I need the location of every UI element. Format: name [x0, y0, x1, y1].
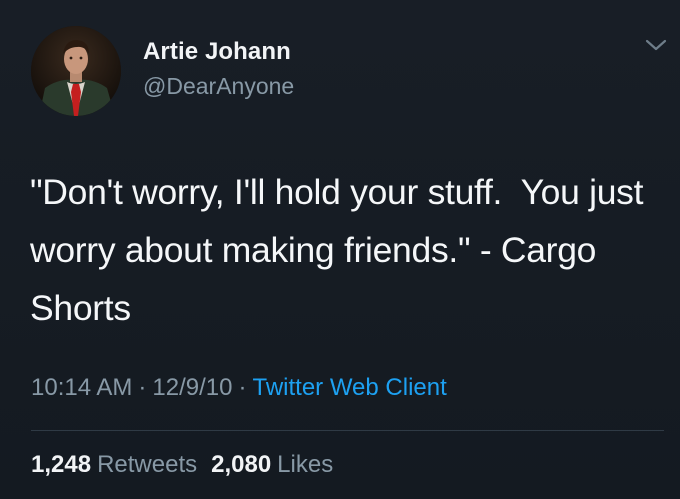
chevron-down-icon[interactable] [643, 36, 669, 54]
tweet-text: "Don't worry, I'll hold your stuff. You … [30, 172, 653, 328]
author-handle[interactable]: @DearAnyone [143, 73, 294, 100]
tweet-stats: 1,248 Retweets 2,080 Likes [31, 451, 333, 479]
likes-label: Likes [277, 451, 334, 478]
retweets-stat[interactable]: 1,248 Retweets [31, 451, 197, 478]
retweets-count: 1,248 [31, 451, 92, 478]
tweet-card: Artie Johann @DearAnyone "Don't worry, I… [0, 0, 680, 499]
tweet-date[interactable]: 12/9/10 [152, 374, 232, 401]
tweet-time[interactable]: 10:14 AM [31, 374, 132, 401]
divider [31, 430, 664, 431]
tweet-client-link[interactable]: Twitter Web Client [252, 374, 446, 401]
avatar[interactable] [31, 26, 121, 116]
likes-stat[interactable]: 2,080 Likes [211, 451, 333, 478]
meta-separator: · [238, 374, 247, 401]
likes-count: 2,080 [211, 451, 272, 478]
meta-separator: · [138, 374, 147, 401]
author-display-name[interactable]: Artie Johann [143, 38, 291, 66]
retweets-label: Retweets [97, 451, 198, 478]
avatar-image [31, 26, 121, 116]
tweet-meta: 10:14 AM · 12/9/10 · Twitter Web Client [31, 374, 447, 402]
